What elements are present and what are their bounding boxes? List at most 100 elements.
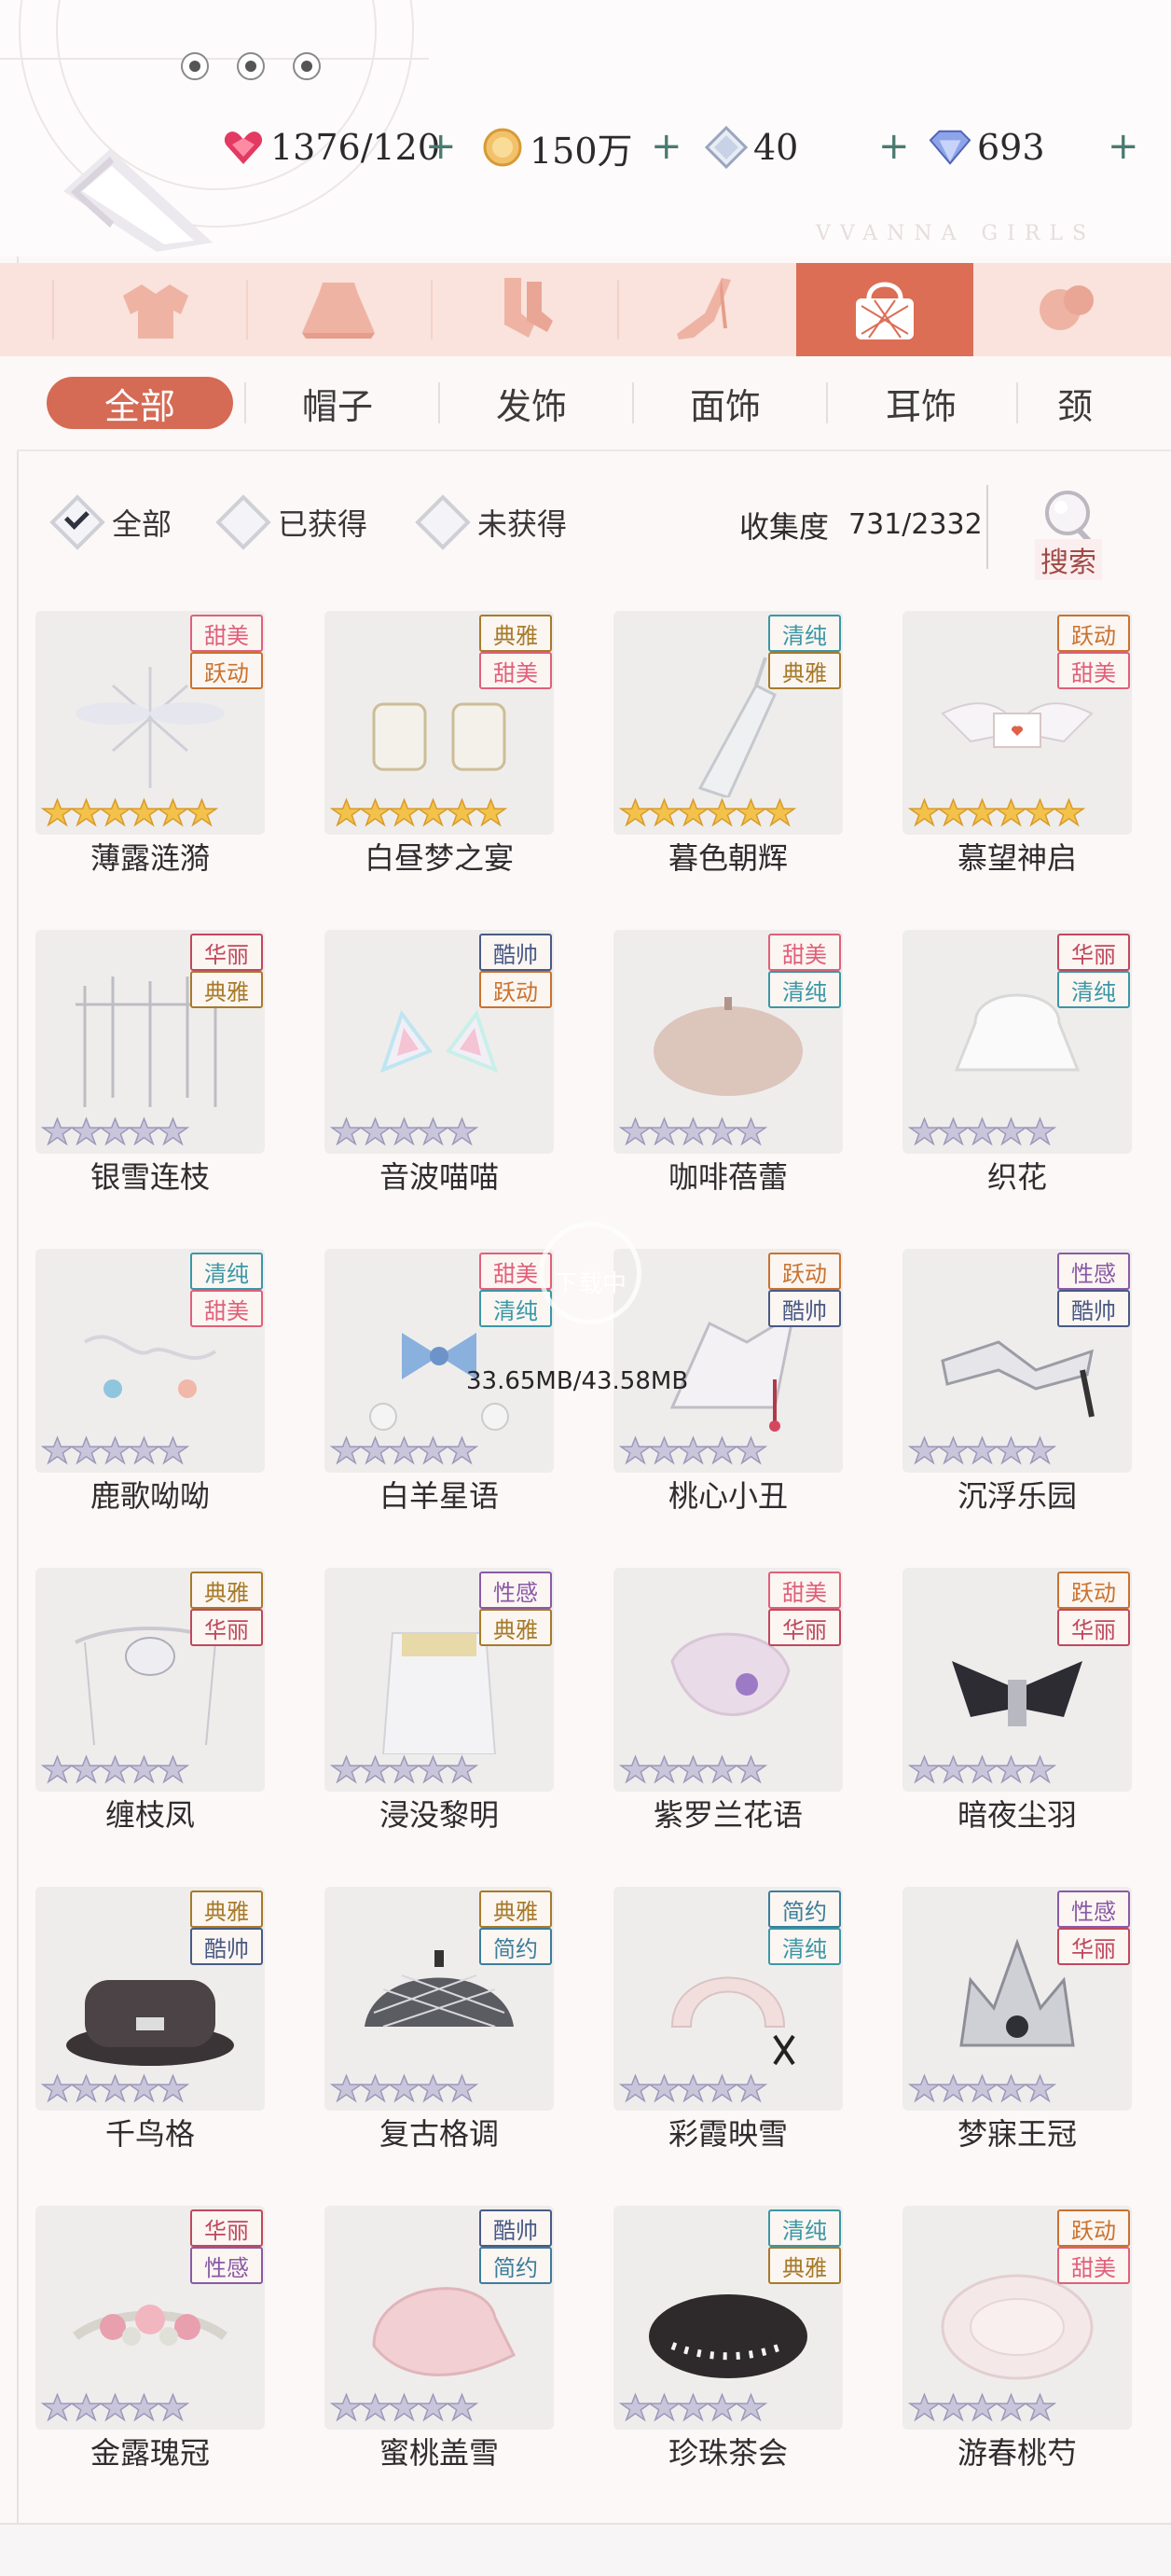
brand-watermark: VVANNA GIRLS (816, 222, 1096, 245)
style-tag: 甜美 (1057, 2247, 1130, 2284)
item-card[interactable]: 华丽 清纯 织花 (902, 930, 1132, 1197)
add-gold-button[interactable]: + (651, 125, 682, 168)
item-card[interactable]: 甜美 华丽 紫罗兰花语 (613, 1568, 843, 1835)
item-card[interactable]: 性感 酷帅 沉浮乐园 (902, 1249, 1132, 1516)
star-icon (99, 2392, 131, 2422)
tab-divider (246, 280, 248, 339)
star-icon (937, 1754, 970, 1784)
item-card[interactable]: 典雅 简约 复古格调 (324, 1887, 554, 2154)
item-name: 金露瑰冠 (35, 2430, 265, 2472)
star-icon (475, 797, 507, 827)
add-diamond-button[interactable]: + (1108, 125, 1139, 168)
style-tag: 酷帅 (1057, 1290, 1130, 1327)
style-tag: 跃动 (190, 652, 263, 689)
menu-dot-icon[interactable] (293, 52, 321, 80)
rarity-stars (619, 2073, 767, 2105)
style-tag: 性感 (1057, 1890, 1130, 1928)
star-icon (706, 2073, 738, 2103)
rarity-stars (908, 1435, 1056, 1467)
star-icon (648, 2073, 681, 2103)
item-name: 慕望神启 (902, 835, 1132, 878)
item-card[interactable]: 清纯 甜美 鹿歌呦呦 (35, 1249, 265, 1516)
style-tag: 甜美 (1057, 652, 1130, 689)
filter-owned[interactable]: 已获得 (215, 494, 367, 550)
menu-dot-icon[interactable] (181, 52, 209, 80)
star-icon (1024, 1754, 1056, 1784)
style-tag: 典雅 (190, 1890, 263, 1928)
subtab-face-accessories[interactable]: 面饰 (632, 377, 819, 429)
tab-shoes[interactable] (619, 263, 796, 356)
star-icon (417, 1754, 449, 1784)
item-card[interactable]: 性感 华丽 梦寐王冠 (902, 1887, 1132, 2154)
item-card[interactable]: 酷帅 跃动 音波喵喵 (324, 930, 554, 1197)
star-icon (70, 2392, 103, 2422)
star-icon (417, 1116, 449, 1146)
item-card[interactable]: 典雅 酷帅 千鸟格 (35, 1887, 265, 2154)
style-tag: 典雅 (190, 971, 263, 1008)
star-icon (388, 2392, 420, 2422)
tab-top[interactable] (67, 263, 244, 356)
star-icon (937, 2392, 970, 2422)
item-card[interactable]: 华丽 性感 金露瑰冠 (35, 2206, 265, 2472)
star-icon (966, 1435, 999, 1465)
star-icon (41, 2073, 74, 2103)
checkbox-icon[interactable] (415, 494, 471, 550)
item-card[interactable]: 清纯 典雅 暮色朝辉 (613, 611, 843, 878)
menu-dot-icon[interactable] (237, 52, 265, 80)
star-icon (70, 2073, 103, 2103)
item-card[interactable]: 清纯 典雅 珍珠茶会 (613, 2206, 843, 2472)
add-crystal-button[interactable]: + (878, 125, 910, 168)
star-icon (128, 2073, 160, 2103)
item-card[interactable]: 甜美 跃动 薄露涟漪 (35, 611, 265, 878)
star-icon (446, 1116, 478, 1146)
subtab-all[interactable]: 全部 (47, 377, 233, 429)
search-label[interactable]: 搜索 (1035, 539, 1102, 580)
style-tag: 性感 (479, 1572, 552, 1609)
star-icon (359, 2392, 392, 2422)
tab-socks[interactable] (436, 263, 613, 356)
style-tag: 酷帅 (479, 2209, 552, 2247)
subtab-hair-accessories[interactable]: 发饰 (438, 377, 625, 429)
item-card[interactable]: 跃动 甜美 慕望神启 (902, 611, 1132, 878)
star-icon (735, 797, 767, 827)
star-icon (41, 1116, 74, 1146)
filter-all[interactable]: 全部 (49, 494, 172, 550)
star-icon (966, 1116, 999, 1146)
tab-skirt[interactable] (250, 263, 427, 356)
checkbox-icon[interactable] (215, 494, 271, 550)
star-icon (128, 797, 160, 827)
star-icon (359, 797, 392, 827)
item-card[interactable]: 典雅 华丽 缠枝凤 (35, 1568, 265, 1835)
subtab-earrings[interactable]: 耳饰 (828, 377, 1014, 429)
style-tag: 清纯 (190, 1253, 263, 1290)
tab-accessories[interactable] (796, 263, 973, 356)
crystal-counter: 40 (705, 119, 798, 175)
item-card[interactable]: 华丽 典雅 银雪连枝 (35, 930, 265, 1197)
item-card[interactable]: 性感 典雅 浸没黎明 (324, 1568, 554, 1835)
item-card[interactable]: 典雅 甜美 白昼梦之宴 (324, 611, 554, 878)
item-card[interactable]: 跃动 华丽 暗夜尘羽 (902, 1568, 1132, 1835)
style-tag: 跃动 (1057, 1572, 1130, 1609)
star-icon (330, 1754, 363, 1784)
style-tag: 简约 (768, 1890, 841, 1928)
star-icon (619, 2392, 652, 2422)
tab-hair[interactable] (0, 263, 37, 356)
style-tag: 清纯 (768, 1928, 841, 1965)
tab-makeup[interactable] (979, 263, 1156, 356)
star-icon (157, 1116, 189, 1146)
subtab-necklace[interactable]: 颈 (1024, 377, 1126, 429)
star-icon (41, 797, 74, 827)
add-stamina-button[interactable]: + (425, 125, 457, 168)
checkbox-checked-icon[interactable] (49, 494, 105, 550)
item-name: 缠枝凤 (35, 1792, 265, 1835)
back-arrow-icon[interactable] (54, 140, 213, 252)
star-icon (1053, 797, 1085, 827)
star-icon (330, 2392, 363, 2422)
filter-not-owned[interactable]: 未获得 (415, 494, 567, 550)
item-card[interactable]: 简约 清纯 彩霞映雪 (613, 1887, 843, 2154)
item-card[interactable]: 甜美 清纯 咖啡蓓蕾 (613, 930, 843, 1197)
item-card[interactable]: 酷帅 简约 蜜桃盖雪 (324, 2206, 554, 2472)
star-icon (735, 1435, 767, 1465)
subtab-hats[interactable]: 帽子 (244, 377, 431, 429)
item-card[interactable]: 跃动 甜美 游春桃芍 (902, 2206, 1132, 2472)
